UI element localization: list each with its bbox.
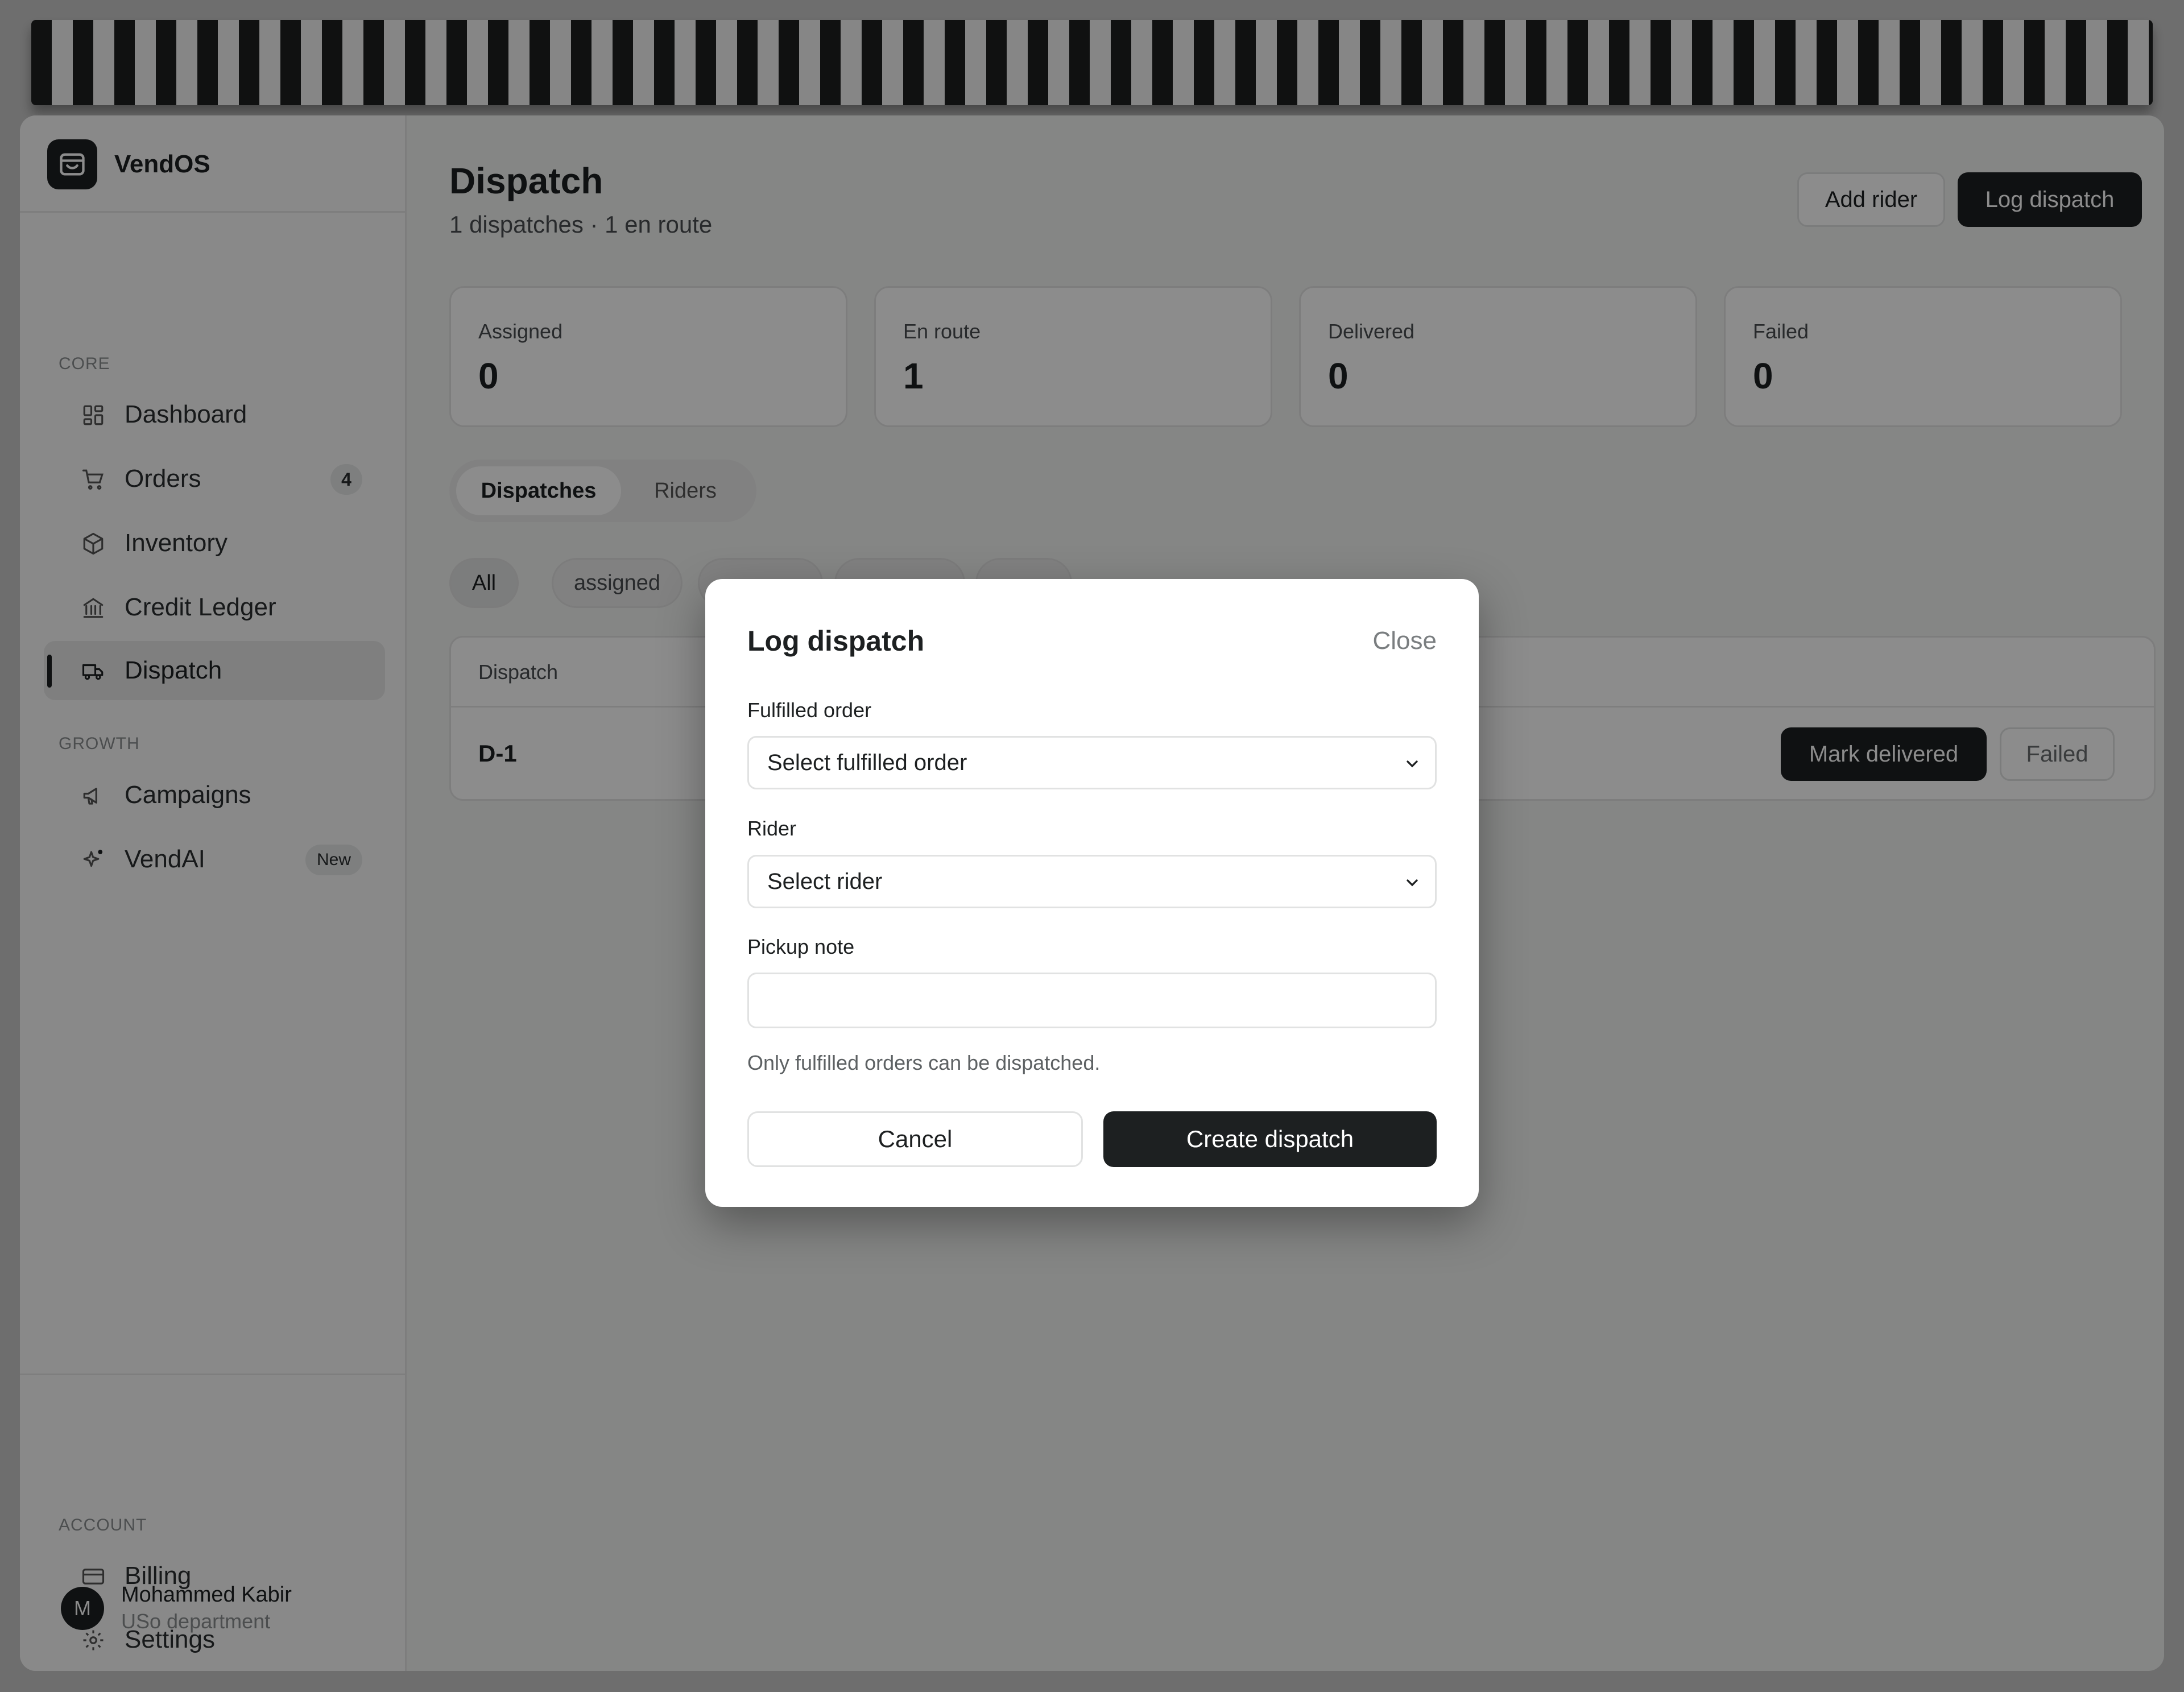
fulfilled-order-select[interactable]: Select fulfilled order bbox=[747, 736, 1437, 789]
rider-value: Select rider bbox=[767, 868, 883, 894]
dialog-hint: Only fulfilled orders can be dispatched. bbox=[747, 1051, 1101, 1074]
cancel-button[interactable]: Cancel bbox=[747, 1111, 1083, 1167]
chevron-down-icon bbox=[1407, 760, 1418, 768]
close-button[interactable]: Close bbox=[1373, 627, 1437, 655]
chevron-down-icon bbox=[1407, 879, 1418, 887]
dialog-title: Log dispatch bbox=[747, 625, 925, 657]
fulfilled-order-label: Fulfilled order bbox=[747, 698, 872, 722]
pickup-note-label: Pickup note bbox=[747, 935, 855, 958]
rider-select[interactable]: Select rider bbox=[747, 855, 1437, 908]
fulfilled-order-value: Select fulfilled order bbox=[767, 750, 967, 775]
rider-label: Rider bbox=[747, 817, 797, 840]
create-dispatch-button[interactable]: Create dispatch bbox=[1103, 1111, 1437, 1167]
log-dispatch-dialog: Log dispatch Close Fulfilled order Selec… bbox=[705, 579, 1479, 1207]
pickup-note-input[interactable] bbox=[747, 973, 1437, 1028]
